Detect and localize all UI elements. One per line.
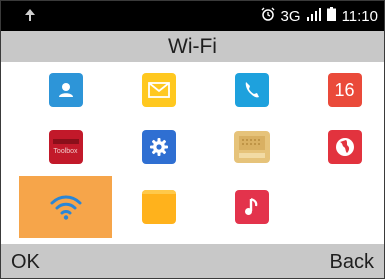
calendar-day: 16: [334, 79, 355, 100]
screen-title: Wi-Fi: [1, 31, 384, 62]
app-wifi[interactable]: [19, 176, 112, 238]
app-grid: 16 Toolbox: [19, 62, 384, 238]
app-radio[interactable]: [205, 118, 298, 176]
app-browser[interactable]: [298, 118, 384, 176]
envelope-icon: [141, 73, 176, 107]
calendar-icon: 16: [327, 73, 362, 107]
signal-strength-icon: [306, 7, 321, 25]
gear-icon: [141, 130, 176, 164]
battery-icon: [326, 7, 336, 25]
contacts-icon: [48, 73, 83, 107]
music-note-icon: [234, 190, 269, 224]
app-music[interactable]: [205, 176, 298, 238]
toolbox-icon: Toolbox: [48, 130, 83, 164]
status-bar: 3G 11:10: [1, 1, 384, 31]
wifi-icon: [49, 190, 83, 224]
network-type: 3G: [280, 7, 301, 25]
globe-icon: [327, 130, 362, 164]
toolbox-label: Toolbox: [53, 148, 78, 155]
app-calendar[interactable]: 16: [298, 62, 384, 118]
app-settings[interactable]: [112, 118, 205, 176]
back-softkey[interactable]: Back: [330, 251, 374, 274]
folder-icon: [141, 190, 176, 224]
notification-icon: [25, 8, 35, 26]
alarm-icon: [261, 7, 275, 25]
phone-icon: [234, 73, 269, 107]
app-phone[interactable]: [205, 62, 298, 118]
app-messages[interactable]: [112, 62, 205, 118]
clock: 11:10: [341, 7, 378, 25]
app-files[interactable]: [112, 176, 205, 238]
app-contacts[interactable]: [19, 62, 112, 118]
app-toolbox[interactable]: Toolbox: [19, 118, 112, 176]
phone-screen: 3G 11:10 Wi-Fi 16 Toolbox OK Back: [0, 0, 385, 279]
ok-softkey[interactable]: OK: [11, 251, 40, 274]
radio-icon: [233, 131, 270, 163]
softkey-bar: OK Back: [1, 244, 384, 278]
